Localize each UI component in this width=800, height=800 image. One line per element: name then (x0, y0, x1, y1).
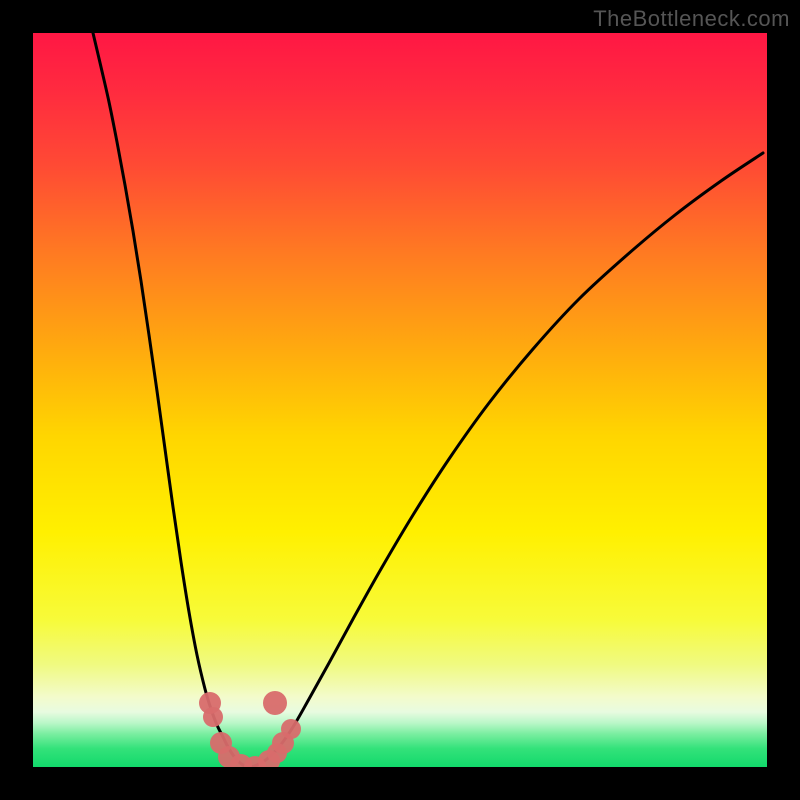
chart-container: TheBottleneck.com (0, 0, 800, 800)
gradient-background (33, 33, 767, 767)
chart-svg (33, 33, 767, 767)
marker-dot (203, 707, 223, 727)
marker-dot (263, 691, 287, 715)
plot-area (33, 33, 767, 767)
watermark-label: TheBottleneck.com (593, 6, 790, 32)
marker-dot (281, 719, 301, 739)
